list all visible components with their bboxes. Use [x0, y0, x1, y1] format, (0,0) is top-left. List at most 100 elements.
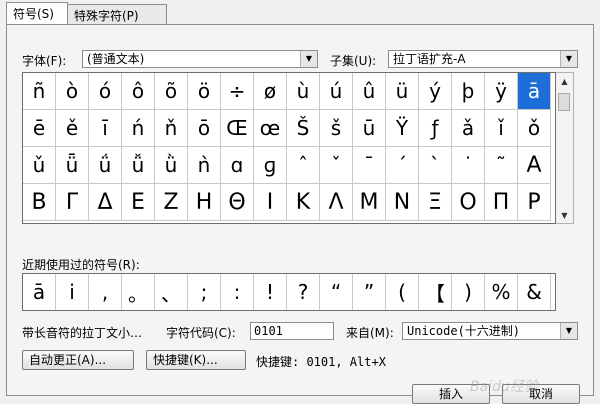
symbol-cell[interactable]: Ÿ: [386, 110, 419, 147]
recent-symbol-cell[interactable]: ,: [89, 274, 122, 310]
symbol-cell[interactable]: Θ: [221, 184, 254, 221]
symbol-cell[interactable]: ˙: [452, 147, 485, 184]
from-label: 来自(M):: [346, 326, 394, 340]
subset-select[interactable]: 拉丁语扩充-A ▼: [388, 50, 578, 68]
symbol-cell[interactable]: ě: [56, 110, 89, 147]
symbol-cell[interactable]: ɑ: [221, 147, 254, 184]
symbol-cell[interactable]: ō: [188, 110, 221, 147]
symbol-cell[interactable]: ū: [353, 110, 386, 147]
symbol-cell[interactable]: ˉ: [353, 147, 386, 184]
symbol-cell[interactable]: Ο: [452, 184, 485, 221]
symbol-cell[interactable]: Μ: [353, 184, 386, 221]
symbol-cell[interactable]: ü: [386, 73, 419, 110]
symbol-cell[interactable]: ÿ: [485, 73, 518, 110]
chevron-down-icon[interactable]: ▼: [300, 51, 317, 67]
symbol-cell[interactable]: ɡ: [254, 147, 287, 184]
recent-symbol-cell[interactable]: ): [452, 274, 485, 310]
autocorrect-button[interactable]: 自动更正(A)...: [22, 350, 134, 370]
symbol-cell[interactable]: ā: [518, 73, 551, 110]
symbol-cell[interactable]: ˆ: [287, 147, 320, 184]
symbol-cell[interactable]: ǐ: [485, 110, 518, 147]
watermark: Baidu经验: [470, 379, 538, 395]
shortcut-key-button[interactable]: 快捷键(K)...: [146, 350, 246, 370]
tab-special-characters[interactable]: 特殊字符(P): [67, 4, 167, 24]
symbol-cell[interactable]: Ι: [254, 184, 287, 221]
symbol-cell[interactable]: ǎ: [452, 110, 485, 147]
symbol-grid-scrollbar[interactable]: ▲ ▼: [556, 72, 574, 224]
symbol-cell[interactable]: ˊ: [386, 147, 419, 184]
symbol-cell[interactable]: ò: [56, 73, 89, 110]
symbol-cell[interactable]: Ν: [386, 184, 419, 221]
symbol-cell[interactable]: ǖ: [56, 147, 89, 184]
recent-symbol-cell[interactable]: ;: [188, 274, 221, 310]
recent-symbol-cell[interactable]: 、: [155, 274, 188, 310]
symbol-cell[interactable]: ǜ: [155, 147, 188, 184]
recent-symbol-cell[interactable]: :: [221, 274, 254, 310]
symbol-cell[interactable]: Π: [485, 184, 518, 221]
recent-symbol-cell[interactable]: ?: [287, 274, 320, 310]
symbol-cell[interactable]: Ξ: [419, 184, 452, 221]
symbol-cell[interactable]: ø: [254, 73, 287, 110]
from-select[interactable]: Unicode(十六进制) ▼: [402, 322, 578, 340]
symbol-cell[interactable]: Β: [23, 184, 56, 221]
recent-symbols-label: 近期使用过的符号(R):: [22, 258, 140, 272]
symbol-cell[interactable]: ô: [122, 73, 155, 110]
scroll-up-icon[interactable]: ▲: [556, 73, 573, 89]
recent-symbol-cell[interactable]: 。: [122, 274, 155, 310]
symbol-cell[interactable]: ǹ: [188, 147, 221, 184]
symbol-cell[interactable]: Ε: [122, 184, 155, 221]
recent-symbol-cell[interactable]: ā: [23, 274, 56, 310]
tab-symbols[interactable]: 符号(S): [6, 2, 68, 24]
symbol-cell[interactable]: ˜: [485, 147, 518, 184]
symbol-cell[interactable]: Δ: [89, 184, 122, 221]
symbol-cell[interactable]: û: [353, 73, 386, 110]
symbol-cell[interactable]: œ: [254, 110, 287, 147]
scroll-down-icon[interactable]: ▼: [556, 207, 573, 223]
symbol-cell[interactable]: Η: [188, 184, 221, 221]
chevron-down-icon[interactable]: ▼: [560, 51, 577, 67]
symbol-cell[interactable]: ú: [320, 73, 353, 110]
chevron-down-icon[interactable]: ▼: [560, 323, 577, 339]
symbol-cell[interactable]: Λ: [320, 184, 353, 221]
recent-symbols-list: ā i,。、;:!? “”(【)% &: [22, 273, 556, 311]
scrollbar-thumb[interactable]: [558, 93, 570, 111]
symbol-cell[interactable]: ý: [419, 73, 452, 110]
symbol-cell[interactable]: Κ: [287, 184, 320, 221]
symbol-cell[interactable]: ē: [23, 110, 56, 147]
symbol-cell[interactable]: ÷: [221, 73, 254, 110]
symbol-cell[interactable]: Α: [518, 147, 551, 184]
symbol-cell[interactable]: ń: [122, 110, 155, 147]
symbol-cell[interactable]: š: [320, 110, 353, 147]
symbol-cell[interactable]: ǚ: [122, 147, 155, 184]
symbol-cell[interactable]: ˇ: [320, 147, 353, 184]
recent-symbol-cell[interactable]: %: [485, 274, 518, 310]
shortcut-key-text: 快捷键: 0101, Alt+X: [256, 355, 386, 369]
symbol-cell[interactable]: ī: [89, 110, 122, 147]
symbol-cell[interactable]: þ: [452, 73, 485, 110]
symbol-cell[interactable]: ǘ: [89, 147, 122, 184]
recent-symbol-cell[interactable]: !: [254, 274, 287, 310]
recent-symbol-cell[interactable]: 【: [419, 274, 452, 310]
symbol-cell[interactable]: ó: [89, 73, 122, 110]
symbol-cell[interactable]: ǒ: [518, 110, 551, 147]
symbol-cell[interactable]: Γ: [56, 184, 89, 221]
recent-symbol-cell[interactable]: &: [518, 274, 551, 310]
symbol-cell[interactable]: ƒ: [419, 110, 452, 147]
symbol-cell[interactable]: õ: [155, 73, 188, 110]
symbol-cell[interactable]: Œ: [221, 110, 254, 147]
symbol-cell[interactable]: ˋ: [419, 147, 452, 184]
symbol-cell[interactable]: ñ: [23, 73, 56, 110]
symbol-cell[interactable]: Š: [287, 110, 320, 147]
symbol-cell[interactable]: ù: [287, 73, 320, 110]
recent-symbol-cell[interactable]: ”: [353, 274, 386, 310]
symbol-cell[interactable]: Ζ: [155, 184, 188, 221]
recent-symbol-cell[interactable]: “: [320, 274, 353, 310]
recent-symbol-cell[interactable]: i: [56, 274, 89, 310]
symbol-cell[interactable]: Ρ: [518, 184, 551, 221]
char-code-input[interactable]: 0101: [250, 322, 334, 340]
symbol-cell[interactable]: ǔ: [23, 147, 56, 184]
symbol-cell[interactable]: ň: [155, 110, 188, 147]
recent-symbol-cell[interactable]: (: [386, 274, 419, 310]
font-select[interactable]: (普通文本) ▼: [82, 50, 318, 68]
symbol-cell[interactable]: ö: [188, 73, 221, 110]
